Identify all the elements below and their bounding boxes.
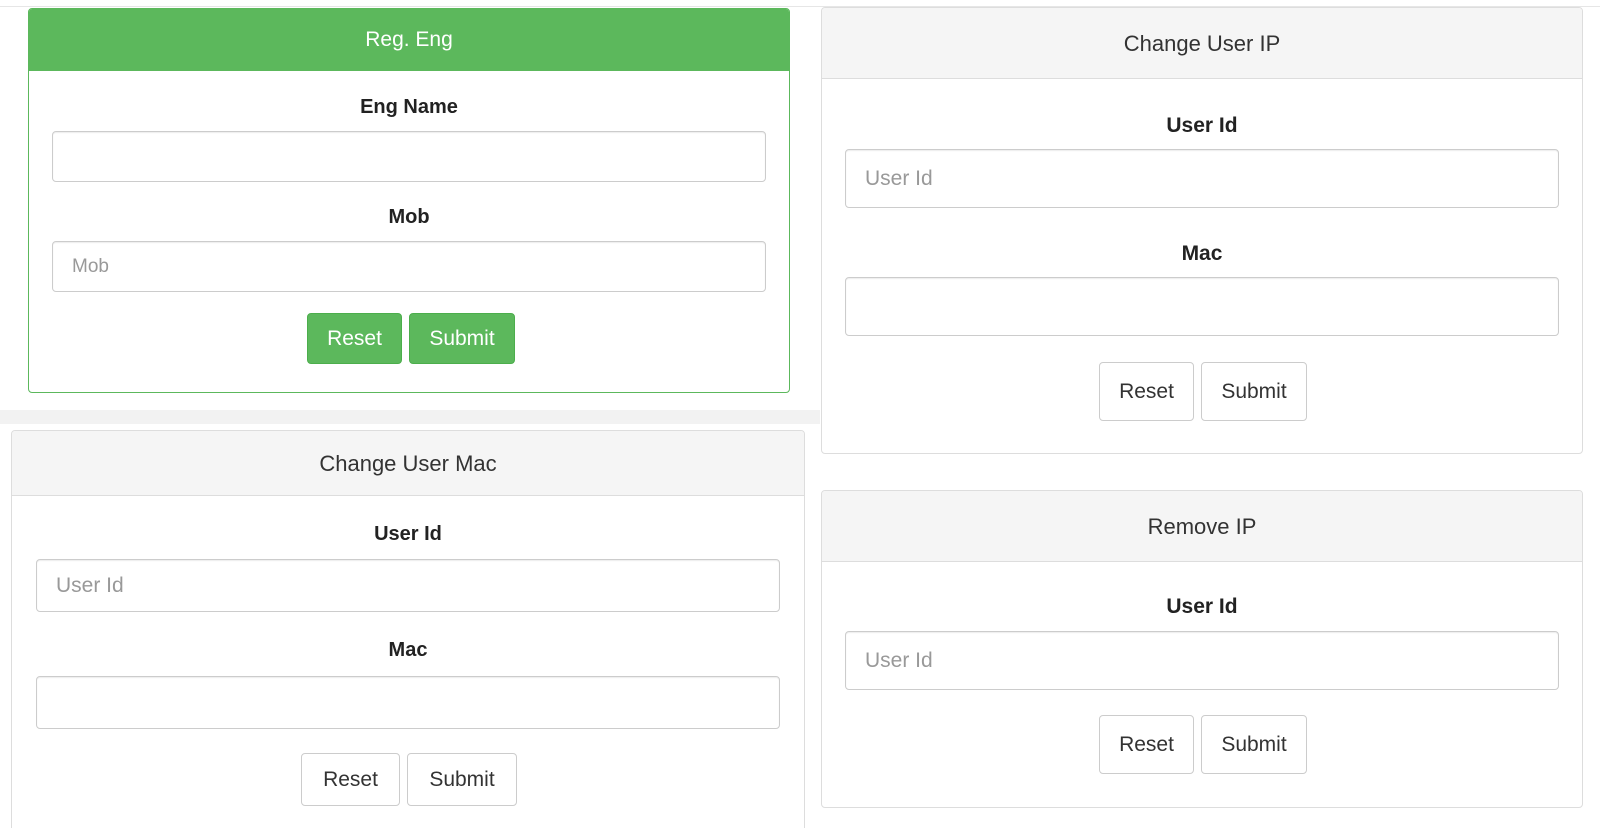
reg-eng-reset-button[interactable]: Reset: [307, 313, 402, 364]
user-id-input[interactable]: [845, 149, 1559, 208]
change-user-mac-panel-title: Change User Mac: [12, 431, 804, 496]
remove-ip-submit-button[interactable]: Submit: [1201, 715, 1307, 774]
mac-label: Mac: [1181, 242, 1223, 265]
user-id-input[interactable]: [36, 559, 780, 612]
mob-label: Mob: [388, 206, 430, 228]
user-id-label: User Id: [374, 523, 442, 545]
eng-name-input[interactable]: [52, 131, 766, 182]
reg-eng-submit-button[interactable]: Submit: [409, 313, 515, 364]
mob-input[interactable]: [52, 241, 766, 292]
user-id-input[interactable]: [845, 631, 1559, 690]
change-user-ip-panel-title: Change User IP: [822, 8, 1582, 79]
change-user-mac-panel: Change User Mac User Id Mac Reset Submit: [11, 430, 805, 828]
change-user-ip-reset-button[interactable]: Reset: [1099, 362, 1194, 421]
eng-name-label: Eng Name: [360, 96, 458, 118]
change-user-ip-submit-button[interactable]: Submit: [1201, 362, 1307, 421]
remove-ip-panel-title: Remove IP: [822, 491, 1582, 562]
user-id-label: User Id: [1166, 595, 1238, 618]
user-id-label: User Id: [1166, 114, 1238, 137]
change-user-ip-panel: Change User IP User Id Mac Reset Submit: [821, 7, 1583, 454]
reg-eng-panel: Reg. Eng Eng Name Mob Reset Submit: [28, 8, 790, 393]
mac-input[interactable]: [845, 277, 1559, 336]
mac-input[interactable]: [36, 676, 780, 729]
change-user-mac-reset-button[interactable]: Reset: [301, 753, 400, 806]
change-user-mac-submit-button[interactable]: Submit: [407, 753, 517, 806]
remove-ip-reset-button[interactable]: Reset: [1099, 715, 1194, 774]
panel-gutter: [0, 410, 820, 424]
reg-eng-panel-title: Reg. Eng: [29, 9, 789, 71]
remove-ip-panel: Remove IP User Id Reset Submit: [821, 490, 1583, 808]
mac-label: Mac: [388, 639, 428, 661]
